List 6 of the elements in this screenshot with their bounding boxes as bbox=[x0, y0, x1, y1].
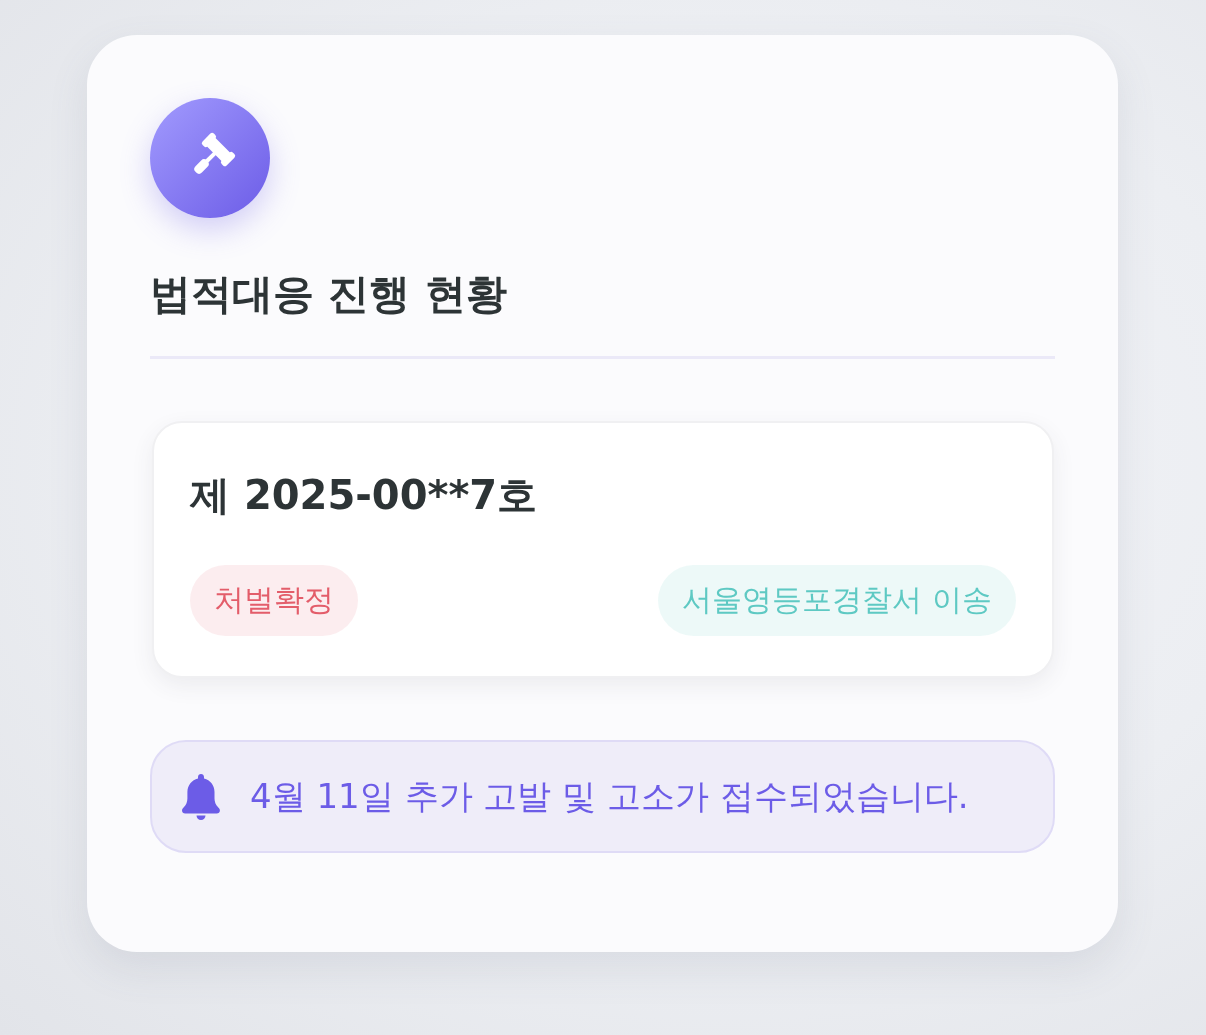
bell-icon bbox=[182, 773, 220, 820]
case-number: 제 2025-00**7호 bbox=[190, 471, 539, 521]
card-title: 법적대응 진행 현황 bbox=[150, 269, 508, 320]
status-tag: 처벌확정 bbox=[190, 565, 358, 637]
notice-text: 4월 11일 추가 고발 및 고소가 접수되었습니다. bbox=[250, 774, 969, 818]
status-tag: 서울영등포경찰서 이송 bbox=[658, 565, 1016, 637]
